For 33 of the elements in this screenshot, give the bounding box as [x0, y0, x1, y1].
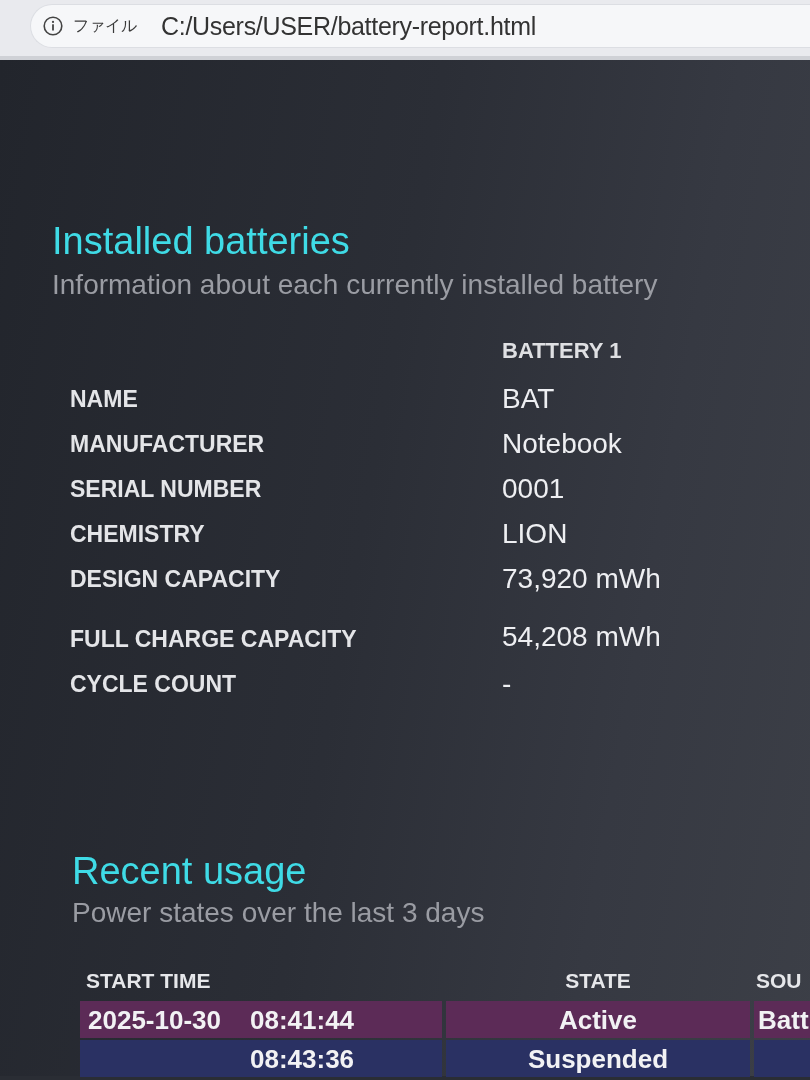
table-cell: Suspended: [446, 1040, 750, 1077]
row-value: 0001: [502, 472, 565, 505]
row-label: MANUFACTURER: [70, 429, 265, 458]
date-text: 2025-10-30: [88, 1004, 222, 1035]
row-value: 73,920 mWh: [502, 562, 661, 595]
column-header: SOU: [755, 968, 802, 994]
row-label: SERIAL NUMBER: [70, 474, 262, 503]
address-bar[interactable]: ファイル C:/Users/USER/battery-report.html: [30, 4, 810, 48]
section-title: Installed batteries: [52, 219, 350, 263]
scheme-label: ファイル: [73, 15, 137, 36]
time-text: 08:43:36: [250, 1043, 355, 1074]
row-value: -: [502, 667, 512, 700]
column-header: START TIME: [85, 968, 211, 994]
table-cell: [754, 1040, 810, 1077]
column-heading: BATTERY 1: [502, 337, 622, 365]
row-label: CHEMISTRY: [70, 519, 205, 548]
row-value: 54,208 mWh: [502, 621, 661, 653]
info-icon[interactable]: [43, 16, 63, 36]
row-value: LION: [502, 517, 568, 550]
table-cell: Batt: [754, 1001, 810, 1038]
row-value: Notebook: [502, 427, 622, 460]
row-label: CYCLE COUNT: [70, 669, 237, 698]
column-header: STATE: [565, 968, 631, 994]
row-value: BAT: [502, 382, 555, 415]
section-title: Recent usage: [72, 849, 307, 893]
time-text: 08:41:44: [250, 1004, 355, 1035]
row-label: DESIGN CAPACITY: [70, 564, 281, 593]
table-cell: Active: [446, 1001, 750, 1038]
row-label: NAME: [70, 384, 138, 413]
section-subtitle: Power states over the last 3 days: [72, 896, 485, 930]
url-text: C:/Users/USER/battery-report.html: [161, 11, 536, 41]
section-subtitle: Information about each currently installed battery: [52, 268, 658, 302]
row-label: FULL CHARGE CAPACITY: [70, 625, 357, 653]
